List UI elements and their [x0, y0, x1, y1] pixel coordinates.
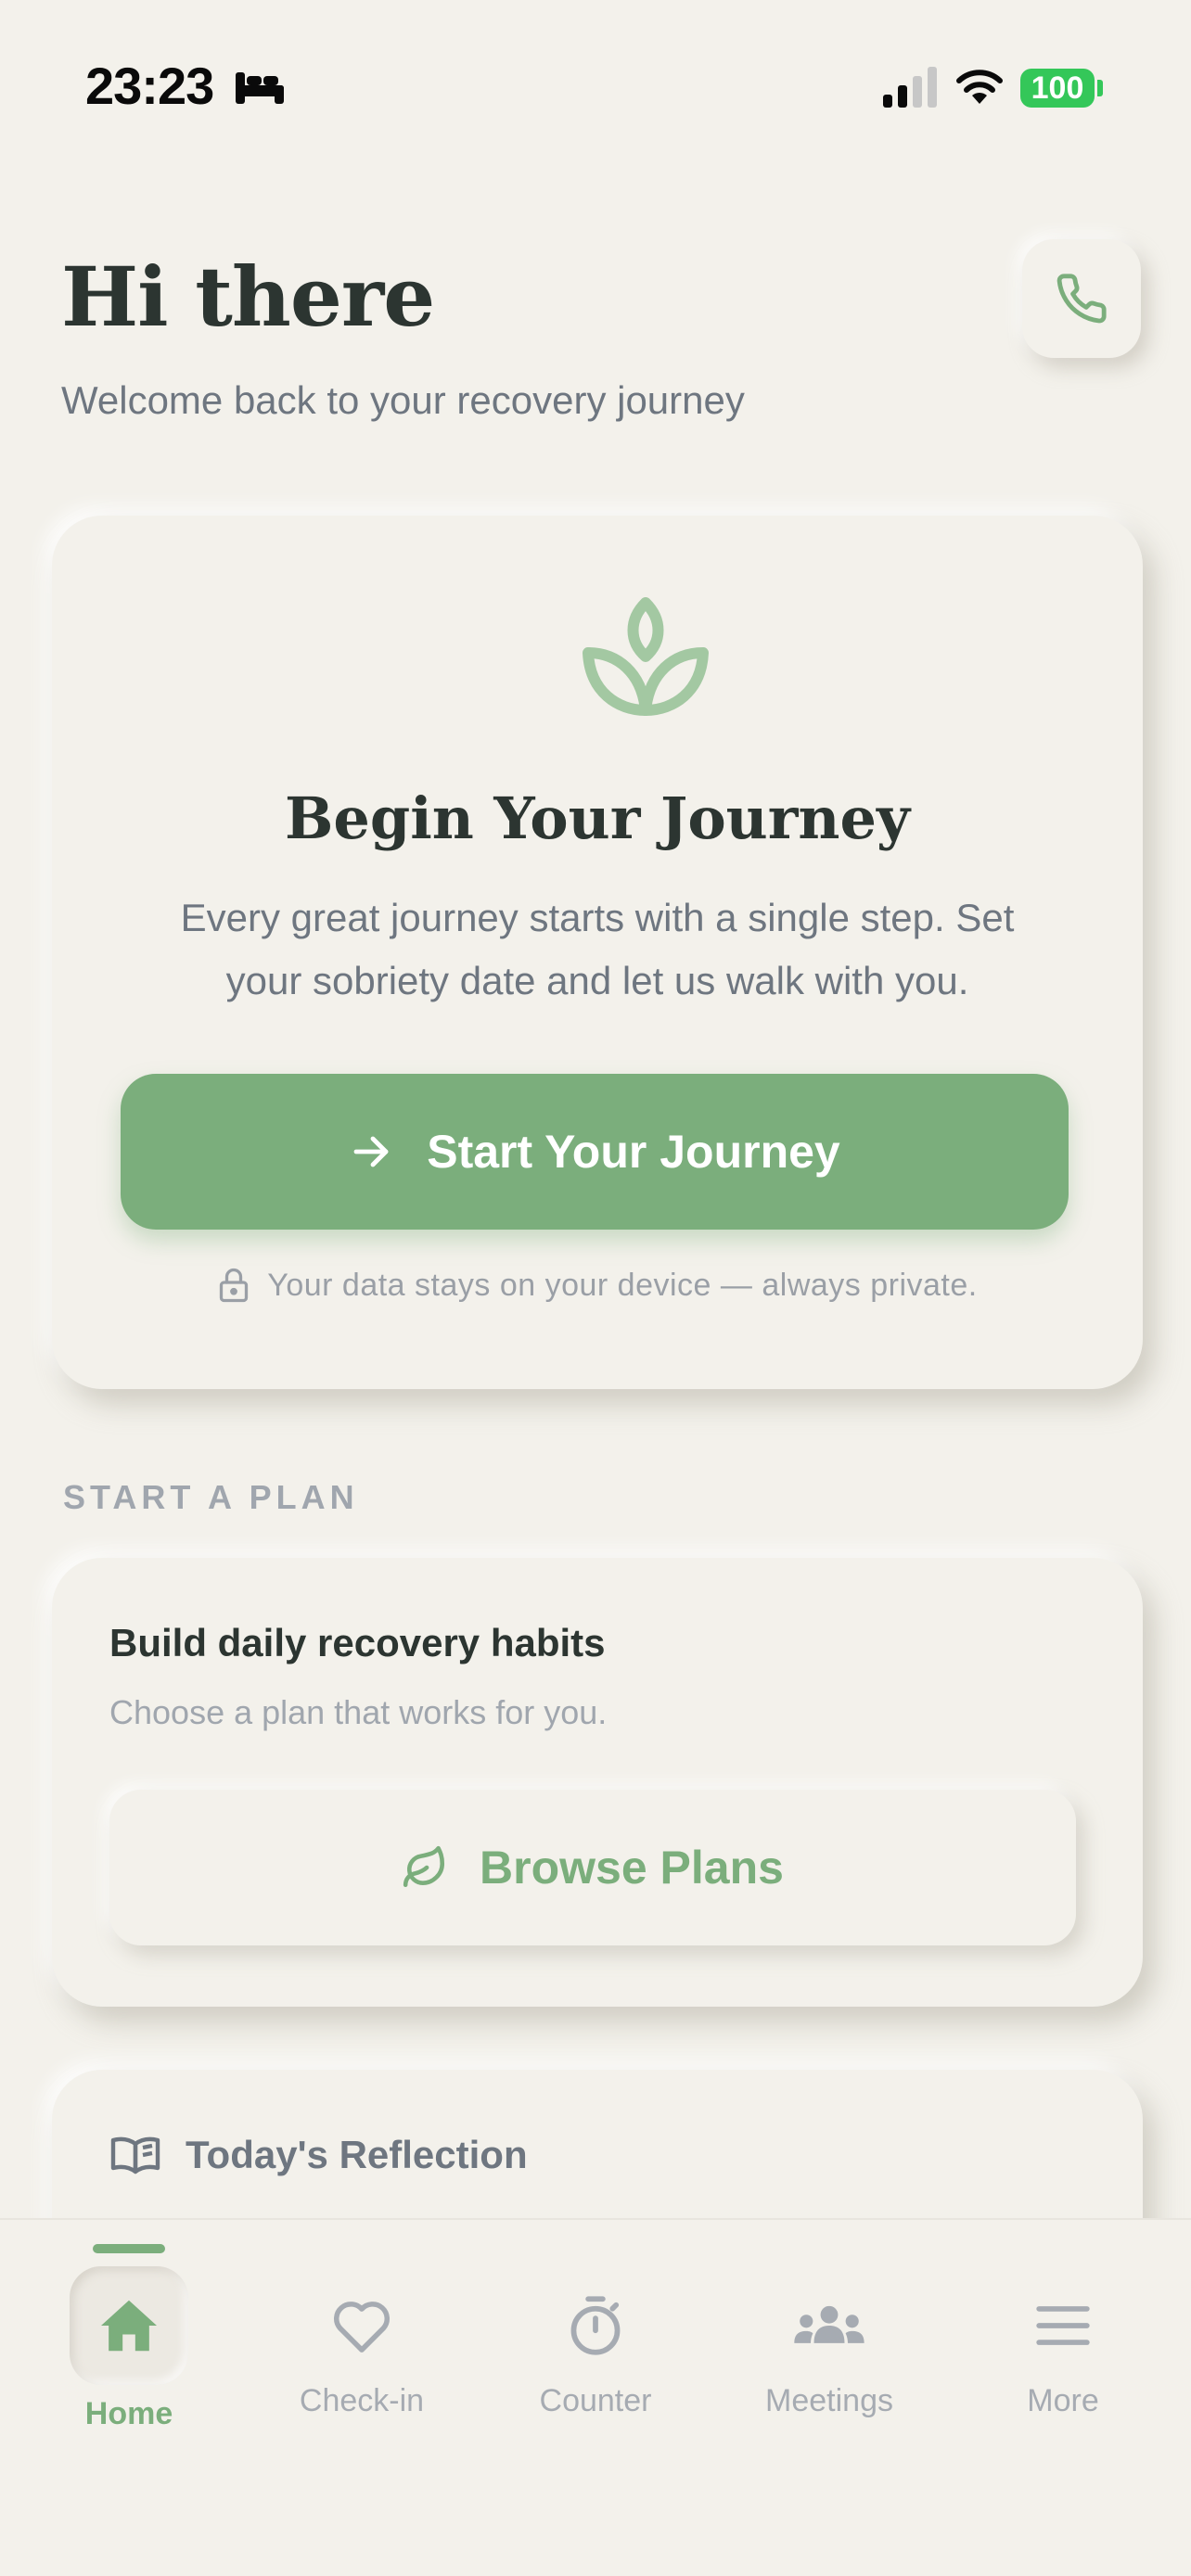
call-button[interactable] — [1022, 239, 1141, 358]
journey-title: Begin Your Journey — [285, 784, 910, 852]
tab-check-in-icon-wrap — [302, 2266, 421, 2385]
privacy-note: Your data stays on your device — always … — [52, 1267, 1143, 1304]
battery-cap — [1097, 80, 1103, 96]
plan-title: Build daily recovery habits — [109, 1621, 606, 1664]
menu-icon — [1036, 2306, 1090, 2345]
status-bar: 23:23 100 — [0, 0, 1191, 176]
plan-card: Build daily recovery habits Choose a pla… — [52, 1558, 1143, 2007]
open-book-icon — [110, 2136, 160, 2174]
tab-check-in-label: Check-in — [299, 2383, 425, 2418]
battery-icon: 100 — [1020, 69, 1095, 108]
wifi-icon — [956, 70, 1003, 104]
heart-icon — [334, 2302, 390, 2353]
tab-more[interactable]: More — [961, 2266, 1165, 2452]
status-time: 23:23 — [85, 57, 214, 115]
tab-more-label: More — [1027, 2383, 1099, 2418]
tab-meetings[interactable]: Meetings — [727, 2266, 931, 2452]
plan-subtitle: Choose a plan that works for you. — [109, 1693, 608, 1731]
tab-meetings-icon-wrap — [770, 2266, 889, 2385]
tab-check-in[interactable]: Check-in — [260, 2266, 464, 2452]
stopwatch-icon — [570, 2296, 621, 2355]
tab-home-icon-wrap — [70, 2266, 188, 2385]
privacy-note-text: Your data stays on your device — always … — [267, 1267, 978, 1303]
tab-counter-icon-wrap — [536, 2266, 655, 2385]
tab-counter[interactable]: Counter — [493, 2266, 698, 2452]
phone-icon — [1057, 274, 1107, 324]
tab-more-icon-wrap — [1004, 2266, 1122, 2385]
bed-icon — [236, 72, 284, 104]
section-label-start-a-plan: START A PLAN — [63, 1478, 359, 1516]
tab-home-label: Home — [84, 2396, 173, 2431]
reflection-header: Today's Reflection — [109, 2133, 528, 2177]
journey-card: Begin Your Journey Every great journey s… — [52, 516, 1143, 1389]
home-icon — [101, 2300, 157, 2352]
tab-home[interactable]: Home — [27, 2266, 231, 2452]
tab-bar: Home Check-in Counter Meetings More — [0, 2218, 1191, 2576]
tab-counter-label: Counter — [539, 2383, 652, 2418]
browse-plans-button[interactable]: Browse Plans — [109, 1790, 1076, 1945]
start-journey-button[interactable]: Start Your Journey — [121, 1074, 1069, 1230]
start-journey-label: Start Your Journey — [427, 1126, 840, 1178]
arrow-right-icon — [353, 1136, 389, 1167]
page-title: Hi there — [61, 249, 435, 345]
group-icon — [794, 2305, 864, 2343]
lock-icon — [220, 1268, 249, 1303]
sprout-icon — [583, 597, 709, 716]
page-subtitle: Welcome back to your recovery journey — [61, 378, 745, 422]
journey-description: Every great journey starts with a single… — [180, 896, 1015, 1002]
active-tab-indicator — [93, 2244, 165, 2253]
tab-meetings-label: Meetings — [765, 2383, 893, 2418]
browse-plans-label: Browse Plans — [480, 1842, 784, 1894]
leaf-icon — [403, 1845, 445, 1888]
reflection-title: Today's Reflection — [186, 2133, 528, 2176]
home-screen: 23:23 100 Hi there Welcome back to your … — [0, 0, 1191, 2576]
cellular-signal-icon — [883, 67, 937, 108]
